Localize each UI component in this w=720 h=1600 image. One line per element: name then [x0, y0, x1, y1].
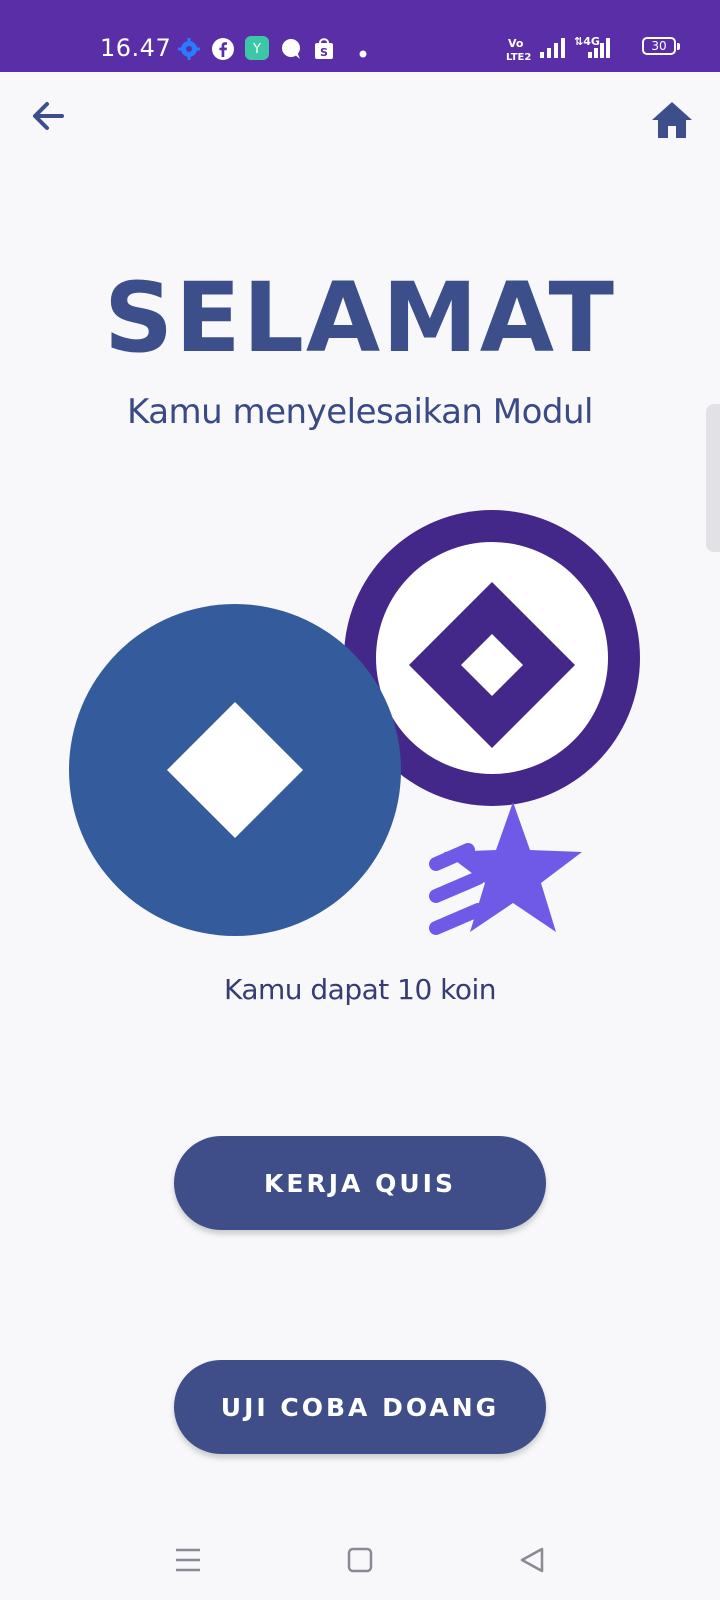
home-square-icon[interactable] — [338, 1538, 382, 1582]
volte-icon: Vo LTE2 — [506, 36, 534, 66]
home-button[interactable] — [650, 100, 694, 140]
settings-gear-icon — [178, 38, 200, 64]
battery-tip — [677, 43, 680, 50]
svg-text:S: S — [320, 46, 328, 59]
trial-button[interactable]: UJI COBA DOANG — [174, 1360, 546, 1454]
svg-text:LTE2: LTE2 — [506, 52, 531, 62]
chat-bubble-icon — [280, 38, 302, 64]
page-title: SELAMAT — [103, 262, 617, 374]
battery-icon: 30 — [642, 37, 676, 55]
back-triangle-icon[interactable] — [510, 1538, 554, 1582]
svg-text:⇅4G: ⇅4G — [574, 35, 600, 48]
page-subtitle: Kamu menyelesaikan Modul — [127, 392, 594, 432]
star-icon — [429, 802, 582, 935]
more-dot-icon — [358, 44, 368, 63]
app-notification-icon: Y — [245, 36, 269, 64]
take-quiz-button[interactable]: KERJA QUIS — [174, 1136, 546, 1230]
menu-icon[interactable] — [166, 1538, 210, 1582]
status-time: 16.47 — [100, 34, 172, 62]
svg-text:Vo: Vo — [508, 37, 524, 50]
shopping-bag-icon: S — [314, 36, 334, 64]
coins-illustration — [0, 480, 720, 960]
system-nav-bar — [0, 1520, 720, 1600]
4g-signal-icon: ⇅4G — [574, 34, 612, 64]
back-button[interactable] — [28, 96, 68, 136]
svg-text:Y: Y — [252, 42, 261, 57]
arrow-left-icon — [28, 102, 68, 140]
blue-coin-icon — [69, 604, 401, 936]
facebook-icon — [212, 38, 234, 64]
status-bar: 16.47 Y S Vo LTE2 ⇅4G 30 — [0, 0, 720, 72]
home-icon — [650, 102, 694, 144]
signal-icon — [540, 36, 568, 64]
coins-earned-text: Kamu dapat 10 koin — [223, 973, 497, 1006]
